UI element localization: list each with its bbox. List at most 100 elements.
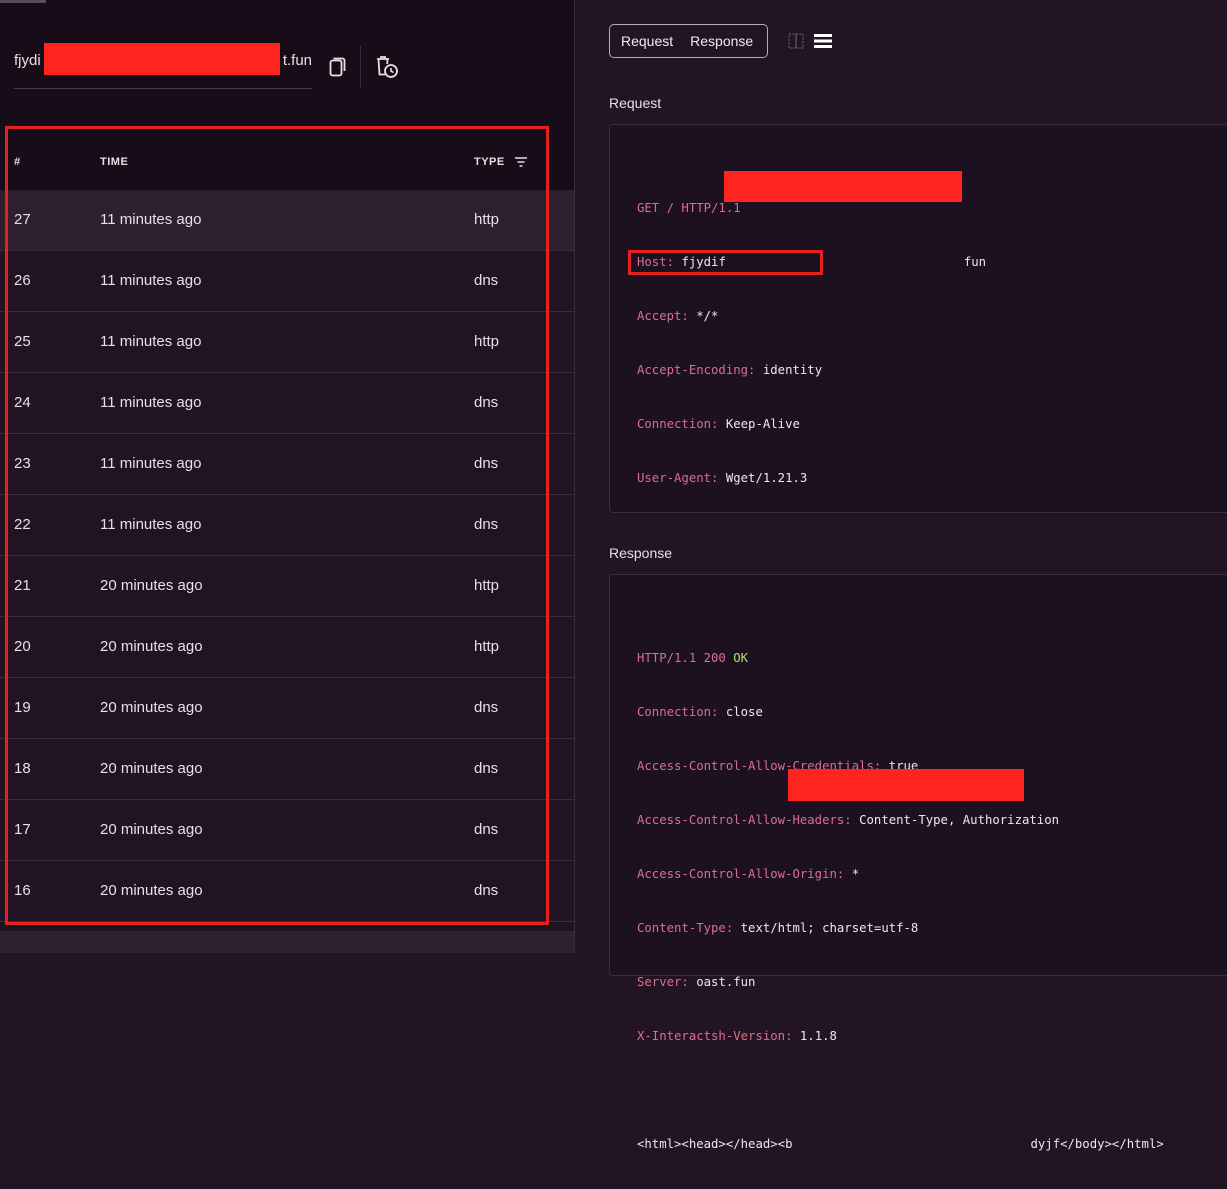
header-value: * — [851, 867, 860, 881]
request-panel: GET / HTTP/1.1 Host: fjydif fun Accept: *… — [609, 124, 1227, 513]
interaction-type: dns — [474, 516, 499, 533]
response-header-row: Access-Control-Allow-Headers: Content-Ty… — [637, 811, 1164, 829]
interaction-type: dns — [474, 821, 499, 838]
table-row[interactable]: 20 20 minutes ago http — [0, 617, 574, 678]
tab-response[interactable]: Response — [679, 33, 759, 49]
status-proto: HTTP/1.1 200 — [637, 651, 726, 665]
column-header-type: TYPE — [474, 156, 505, 168]
stacked-layout-button[interactable] — [813, 32, 833, 50]
header-value: identity — [762, 363, 823, 377]
interaction-number: 20 — [14, 638, 31, 655]
progress-stripe — [0, 0, 46, 3]
header-value: Wget/1.21.3 — [725, 471, 808, 485]
interaction-time: 11 minutes ago — [100, 455, 202, 472]
request-line-text: GET / HTTP/1.1 — [637, 201, 741, 215]
interaction-url-suffix: t.fun — [282, 52, 312, 69]
interaction-number: 24 — [14, 394, 31, 411]
interaction-type: dns — [474, 760, 499, 777]
table-row[interactable]: 27 11 minutes ago http — [0, 190, 574, 251]
header-key: Accept-Encoding: — [637, 363, 756, 377]
horizontal-scrollbar[interactable] — [0, 931, 574, 953]
request-response-tabs: Request Response — [609, 24, 768, 58]
response-header-row: Content-Type: text/html; charset=utf-8 — [637, 919, 1164, 937]
header-key: Accept: — [637, 309, 689, 323]
interaction-time: 20 minutes ago — [100, 821, 203, 838]
interactions-list: 27 11 minutes ago http 26 11 minutes ago dns 2… — [0, 190, 574, 922]
header-key: Host: — [637, 255, 675, 269]
interaction-time: 11 minutes ago — [100, 394, 202, 411]
header-value: close — [725, 705, 763, 719]
interaction-url-field[interactable]: fjydi t.fun — [14, 42, 312, 89]
request-header-row: Host: fjydif fun — [637, 253, 986, 271]
header-value-suffix: fun — [963, 255, 987, 269]
clear-history-icon — [377, 56, 398, 78]
response-body: <html><head></head><b dyjf</body></html> — [637, 1135, 1164, 1153]
interaction-number: 16 — [14, 882, 31, 899]
table-row[interactable]: 24 11 minutes ago dns — [0, 373, 574, 434]
interaction-type: dns — [474, 699, 499, 716]
sidebar-header: fjydi t.fun # TIME TYPE — [0, 0, 574, 190]
column-header-number: # — [14, 156, 21, 168]
header-key: User-Agent: — [637, 471, 719, 485]
interaction-time: 11 minutes ago — [100, 516, 202, 533]
interaction-number: 18 — [14, 760, 31, 777]
header-value: text/html; charset=utf-8 — [740, 921, 919, 935]
response-header-row: Server: oast.fun — [637, 973, 1164, 991]
split-layout-button[interactable] — [787, 32, 805, 50]
interaction-type: dns — [474, 272, 499, 289]
body-prefix: <html><head></head><b — [637, 1137, 793, 1151]
header-value: */* — [696, 309, 719, 323]
copy-icon — [329, 57, 346, 77]
split-layout-icon — [788, 33, 804, 49]
header-value: 1.1.8 — [799, 1029, 837, 1043]
response-section-label: Response — [609, 545, 673, 561]
header-key: Server: — [637, 975, 689, 989]
interaction-number: 21 — [14, 577, 31, 594]
interaction-number: 23 — [14, 455, 31, 472]
request-header-row: Accept-Encoding: identity — [637, 361, 986, 379]
table-row[interactable]: 18 20 minutes ago dns — [0, 739, 574, 800]
table-row[interactable]: 26 11 minutes ago dns — [0, 251, 574, 312]
interaction-type: http — [474, 333, 500, 350]
table-row[interactable]: 21 20 minutes ago http — [0, 556, 574, 617]
table-row[interactable]: 17 20 minutes ago dns — [0, 800, 574, 861]
interaction-time: 20 minutes ago — [100, 699, 203, 716]
interaction-type: http — [474, 638, 500, 655]
table-row[interactable]: 16 20 minutes ago dns — [0, 861, 574, 922]
request-section-label: Request — [609, 95, 662, 111]
table-row[interactable]: 22 11 minutes ago dns — [0, 495, 574, 556]
header-key: Access-Control-Allow-Headers: — [637, 813, 852, 827]
redaction-mark — [724, 171, 962, 202]
interaction-type: http — [474, 211, 500, 228]
header-key: Connection: — [637, 705, 719, 719]
interaction-time: 20 minutes ago — [100, 760, 203, 777]
clear-history-button[interactable] — [374, 54, 400, 80]
header-key: Connection: — [637, 417, 719, 431]
interaction-number: 19 — [14, 699, 31, 716]
redaction-mark — [44, 43, 280, 75]
interaction-number: 22 — [14, 516, 31, 533]
column-header-time: TIME — [100, 156, 129, 168]
blank-line: ​ — [637, 1081, 1164, 1099]
table-row[interactable]: 25 11 minutes ago http — [0, 312, 574, 373]
interaction-time: 20 minutes ago — [100, 638, 203, 655]
filter-icon — [515, 157, 527, 167]
tab-request[interactable]: Request — [610, 33, 679, 49]
request-header-row: User-Agent: Wget/1.21.3 — [637, 469, 986, 487]
redaction-mark — [788, 769, 1024, 801]
interaction-type: dns — [474, 882, 499, 899]
body-suffix: dyjf</body></html> — [1030, 1137, 1164, 1151]
interaction-time: 20 minutes ago — [100, 577, 203, 594]
request-header-row: Accept: */* — [637, 307, 986, 325]
header-value: fjydif — [681, 255, 726, 269]
toolbar-divider — [360, 46, 361, 88]
header-value: oast.fun — [696, 975, 756, 989]
response-raw: HTTP/1.1 200 OK Connection: close Access… — [637, 613, 1164, 1189]
table-row[interactable]: 19 20 minutes ago dns — [0, 678, 574, 739]
table-row[interactable]: 23 11 minutes ago dns — [0, 434, 574, 495]
stacked-layout-icon — [814, 34, 832, 48]
copy-url-button[interactable] — [325, 54, 347, 80]
type-filter-button[interactable] — [514, 155, 528, 167]
header-key: Content-Type: — [637, 921, 734, 935]
interaction-number: 25 — [14, 333, 31, 350]
